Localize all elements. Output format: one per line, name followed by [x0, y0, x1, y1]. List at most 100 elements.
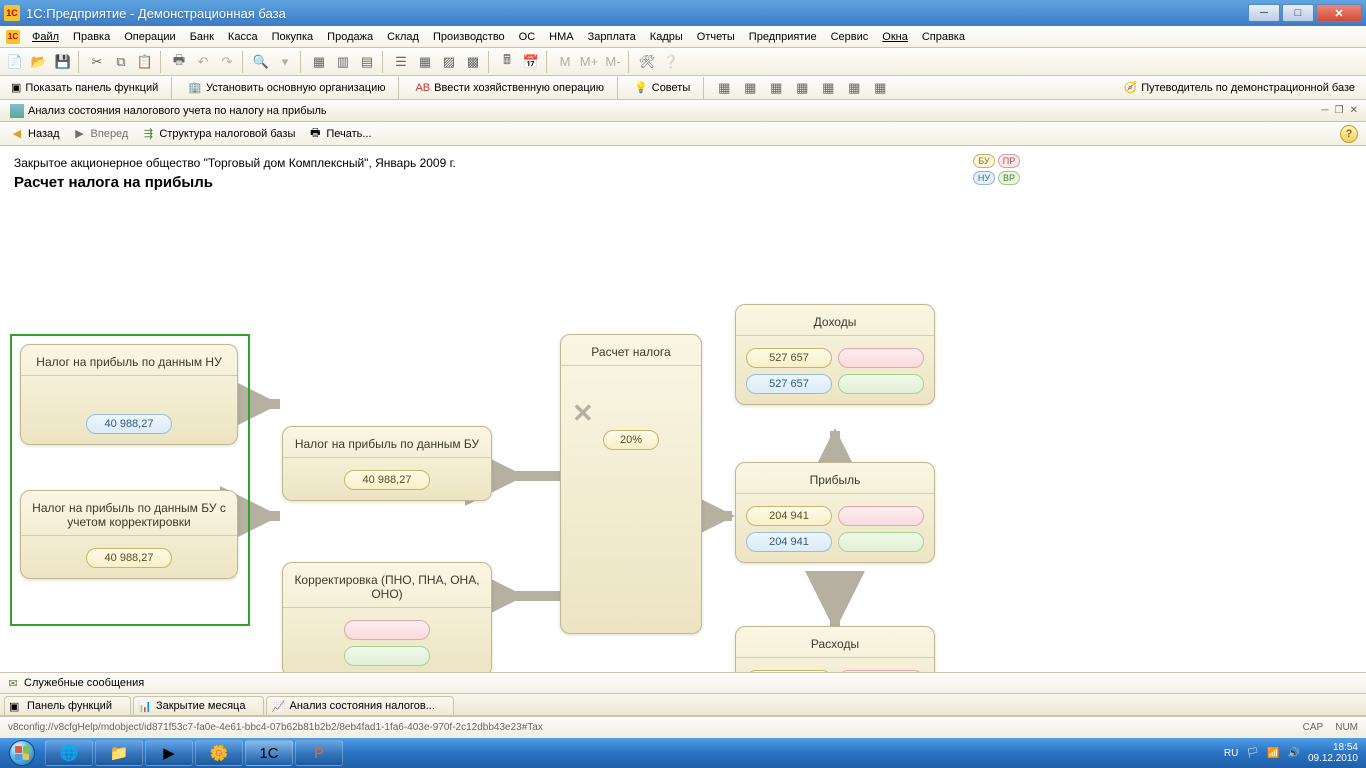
card-correction[interactable]: Корректировка (ПНО, ПНА, ОНА, ОНО)	[282, 562, 492, 672]
save-icon[interactable]: 💾	[52, 51, 74, 73]
calendar-icon[interactable]: 📅	[520, 51, 542, 73]
close-button[interactable]: ✕	[1316, 4, 1362, 22]
card-tax-nu[interactable]: Налог на прибыль по данным НУ 40 988,27	[20, 344, 238, 445]
mminus-icon[interactable]: M-	[602, 51, 624, 73]
tray-clock[interactable]: 18:54 09.12.2010	[1308, 742, 1358, 764]
undo-icon[interactable]: ↶	[192, 51, 214, 73]
task-1c[interactable]: 1C	[245, 740, 293, 766]
print-icon[interactable]: 🖶	[168, 51, 190, 73]
menu-warehouse[interactable]: Склад	[381, 29, 425, 45]
chart-icon	[10, 104, 24, 118]
wtab-close-month[interactable]: 📊Закрытие месяца	[133, 696, 265, 715]
grid-icon-2[interactable]: ▦	[739, 77, 761, 99]
menu-os[interactable]: ОС	[513, 29, 542, 45]
menu-production[interactable]: Производство	[427, 29, 511, 45]
card-expense[interactable]: Расходы 322 715 322 715	[735, 626, 935, 672]
menu-service[interactable]: Сервис	[825, 29, 875, 45]
tb-c[interactable]: ▤	[356, 51, 378, 73]
wtab-panel[interactable]: ▣Панель функций	[4, 696, 131, 715]
tips-button[interactable]: 💡Советы	[627, 78, 697, 97]
mplus-icon[interactable]: M+	[578, 51, 600, 73]
card-profit[interactable]: Прибыль 204 941 204 941	[735, 462, 935, 563]
doc-minimize-icon[interactable]: ─	[1322, 105, 1329, 116]
menu-help[interactable]: Справка	[916, 29, 971, 45]
print-button[interactable]: 🖶Печать...	[302, 123, 376, 145]
task-icq[interactable]: 🌼	[195, 740, 243, 766]
show-panel-button[interactable]: ▣Показать панель функций	[4, 78, 165, 97]
tb-g[interactable]: ▩	[462, 51, 484, 73]
status-path: v8config://v8cfgHelp/mdobject/id871f53c7…	[8, 722, 543, 733]
tray-flag-icon[interactable]: 🏳	[1246, 748, 1259, 759]
redo-icon[interactable]: ↷	[216, 51, 238, 73]
menu-enterprise[interactable]: Предприятие	[743, 29, 823, 45]
cut-icon[interactable]: ✂	[86, 51, 108, 73]
structure-button[interactable]: ⇶Структура налоговой базы	[135, 123, 300, 145]
maximize-button[interactable]: □	[1282, 4, 1314, 22]
service-messages-bar[interactable]: ✉ Служебные сообщения	[0, 672, 1366, 694]
menu-hr[interactable]: Кадры	[644, 29, 689, 45]
card-income[interactable]: Доходы 527 657 527 657	[735, 304, 935, 405]
grid-icon-5[interactable]: ▦	[817, 77, 839, 99]
start-button[interactable]	[0, 738, 44, 768]
menu-reports[interactable]: Отчеты	[691, 29, 741, 45]
tray-network-icon[interactable]: 📶	[1267, 748, 1279, 759]
card-calc[interactable]: Расчет налога 20%	[560, 334, 702, 634]
task-ie[interactable]: 🌐	[45, 740, 93, 766]
tray-vol-icon[interactable]: 🔊	[1287, 748, 1299, 759]
menu-file[interactable]: Файл	[26, 29, 65, 45]
status-cap: CAP	[1303, 722, 1324, 733]
printer-icon: 🖶	[307, 126, 323, 142]
wtab-tax-analysis[interactable]: 📈Анализ состояния налогов...	[266, 696, 453, 715]
grid-icon-4[interactable]: ▦	[791, 77, 813, 99]
menu-sale[interactable]: Продажа	[321, 29, 379, 45]
menu-edit[interactable]: Правка	[67, 29, 116, 45]
doc-restore-icon[interactable]: ❐	[1335, 105, 1344, 116]
tb-b[interactable]: ▥	[332, 51, 354, 73]
m-icon[interactable]: M	[554, 51, 576, 73]
tb-f[interactable]: ▨	[438, 51, 460, 73]
paste-icon[interactable]: 📋	[134, 51, 156, 73]
context-help-icon[interactable]: ?	[1340, 125, 1358, 143]
new-doc-icon[interactable]: 📄	[4, 51, 26, 73]
tree-icon: ⇶	[140, 126, 156, 142]
tb-e[interactable]: ▦	[414, 51, 436, 73]
copy-icon[interactable]: ⧉	[110, 51, 132, 73]
doc-tab[interactable]: Анализ состояния налогового учета по нал…	[4, 102, 333, 120]
tb-d[interactable]: ☰	[390, 51, 412, 73]
menu-operations[interactable]: Операции	[118, 29, 181, 45]
calc-icon[interactable]: 🖩	[496, 51, 518, 73]
card-tax-bu-corr[interactable]: Налог на прибыль по данным БУ с учетом к…	[20, 490, 238, 579]
minimize-button[interactable]: ─	[1248, 4, 1280, 22]
menu-purchase[interactable]: Покупка	[266, 29, 320, 45]
enter-op-button[interactable]: ABВвести хозяйственную операцию	[408, 79, 611, 97]
back-button[interactable]: ◀Назад	[4, 123, 65, 145]
grid-icon-1[interactable]: ▦	[713, 77, 735, 99]
task-media[interactable]: ▶	[145, 740, 193, 766]
doc-close-icon[interactable]: ✕	[1350, 105, 1358, 116]
menu-nma[interactable]: НМА	[543, 29, 579, 45]
menu-windows[interactable]: Окна	[876, 29, 914, 45]
value-rate: 20%	[603, 430, 659, 450]
grid-icon-7[interactable]: ▦	[869, 77, 891, 99]
search-icon[interactable]: 🔍	[250, 51, 272, 73]
dropdown-icon[interactable]: ▾	[274, 51, 296, 73]
set-org-button[interactable]: 🏢Установить основную организацию	[181, 78, 392, 97]
menu-bank[interactable]: Банк	[184, 29, 220, 45]
app-icon: 1C	[4, 5, 20, 21]
forward-button[interactable]: ▶Вперед	[67, 123, 134, 145]
grid-icon-3[interactable]: ▦	[765, 77, 787, 99]
card-tax-bu[interactable]: Налог на прибыль по данным БУ 40 988,27	[282, 426, 492, 501]
settings-icon[interactable]: 🛠	[636, 51, 658, 73]
help-icon[interactable]: ❔	[660, 51, 682, 73]
window-title: 1С:Предприятие - Демонстрационная база	[26, 6, 286, 21]
grid-icon-6[interactable]: ▦	[843, 77, 865, 99]
task-ppt[interactable]: P	[295, 740, 343, 766]
tray-lang[interactable]: RU	[1224, 748, 1238, 759]
tb-a[interactable]: ▦	[308, 51, 330, 73]
task-explorer[interactable]: 📁	[95, 740, 143, 766]
menu-cash[interactable]: Касса	[222, 29, 264, 45]
menu-salary[interactable]: Зарплата	[582, 29, 642, 45]
taskbar: 🌐 📁 ▶ 🌼 1C P RU 🏳 📶 🔊 18:54 09.12.2010	[0, 738, 1366, 768]
guide-button[interactable]: 🧭Путеводитель по демонстрационной базе	[1117, 78, 1362, 97]
open-icon[interactable]: 📂	[28, 51, 50, 73]
